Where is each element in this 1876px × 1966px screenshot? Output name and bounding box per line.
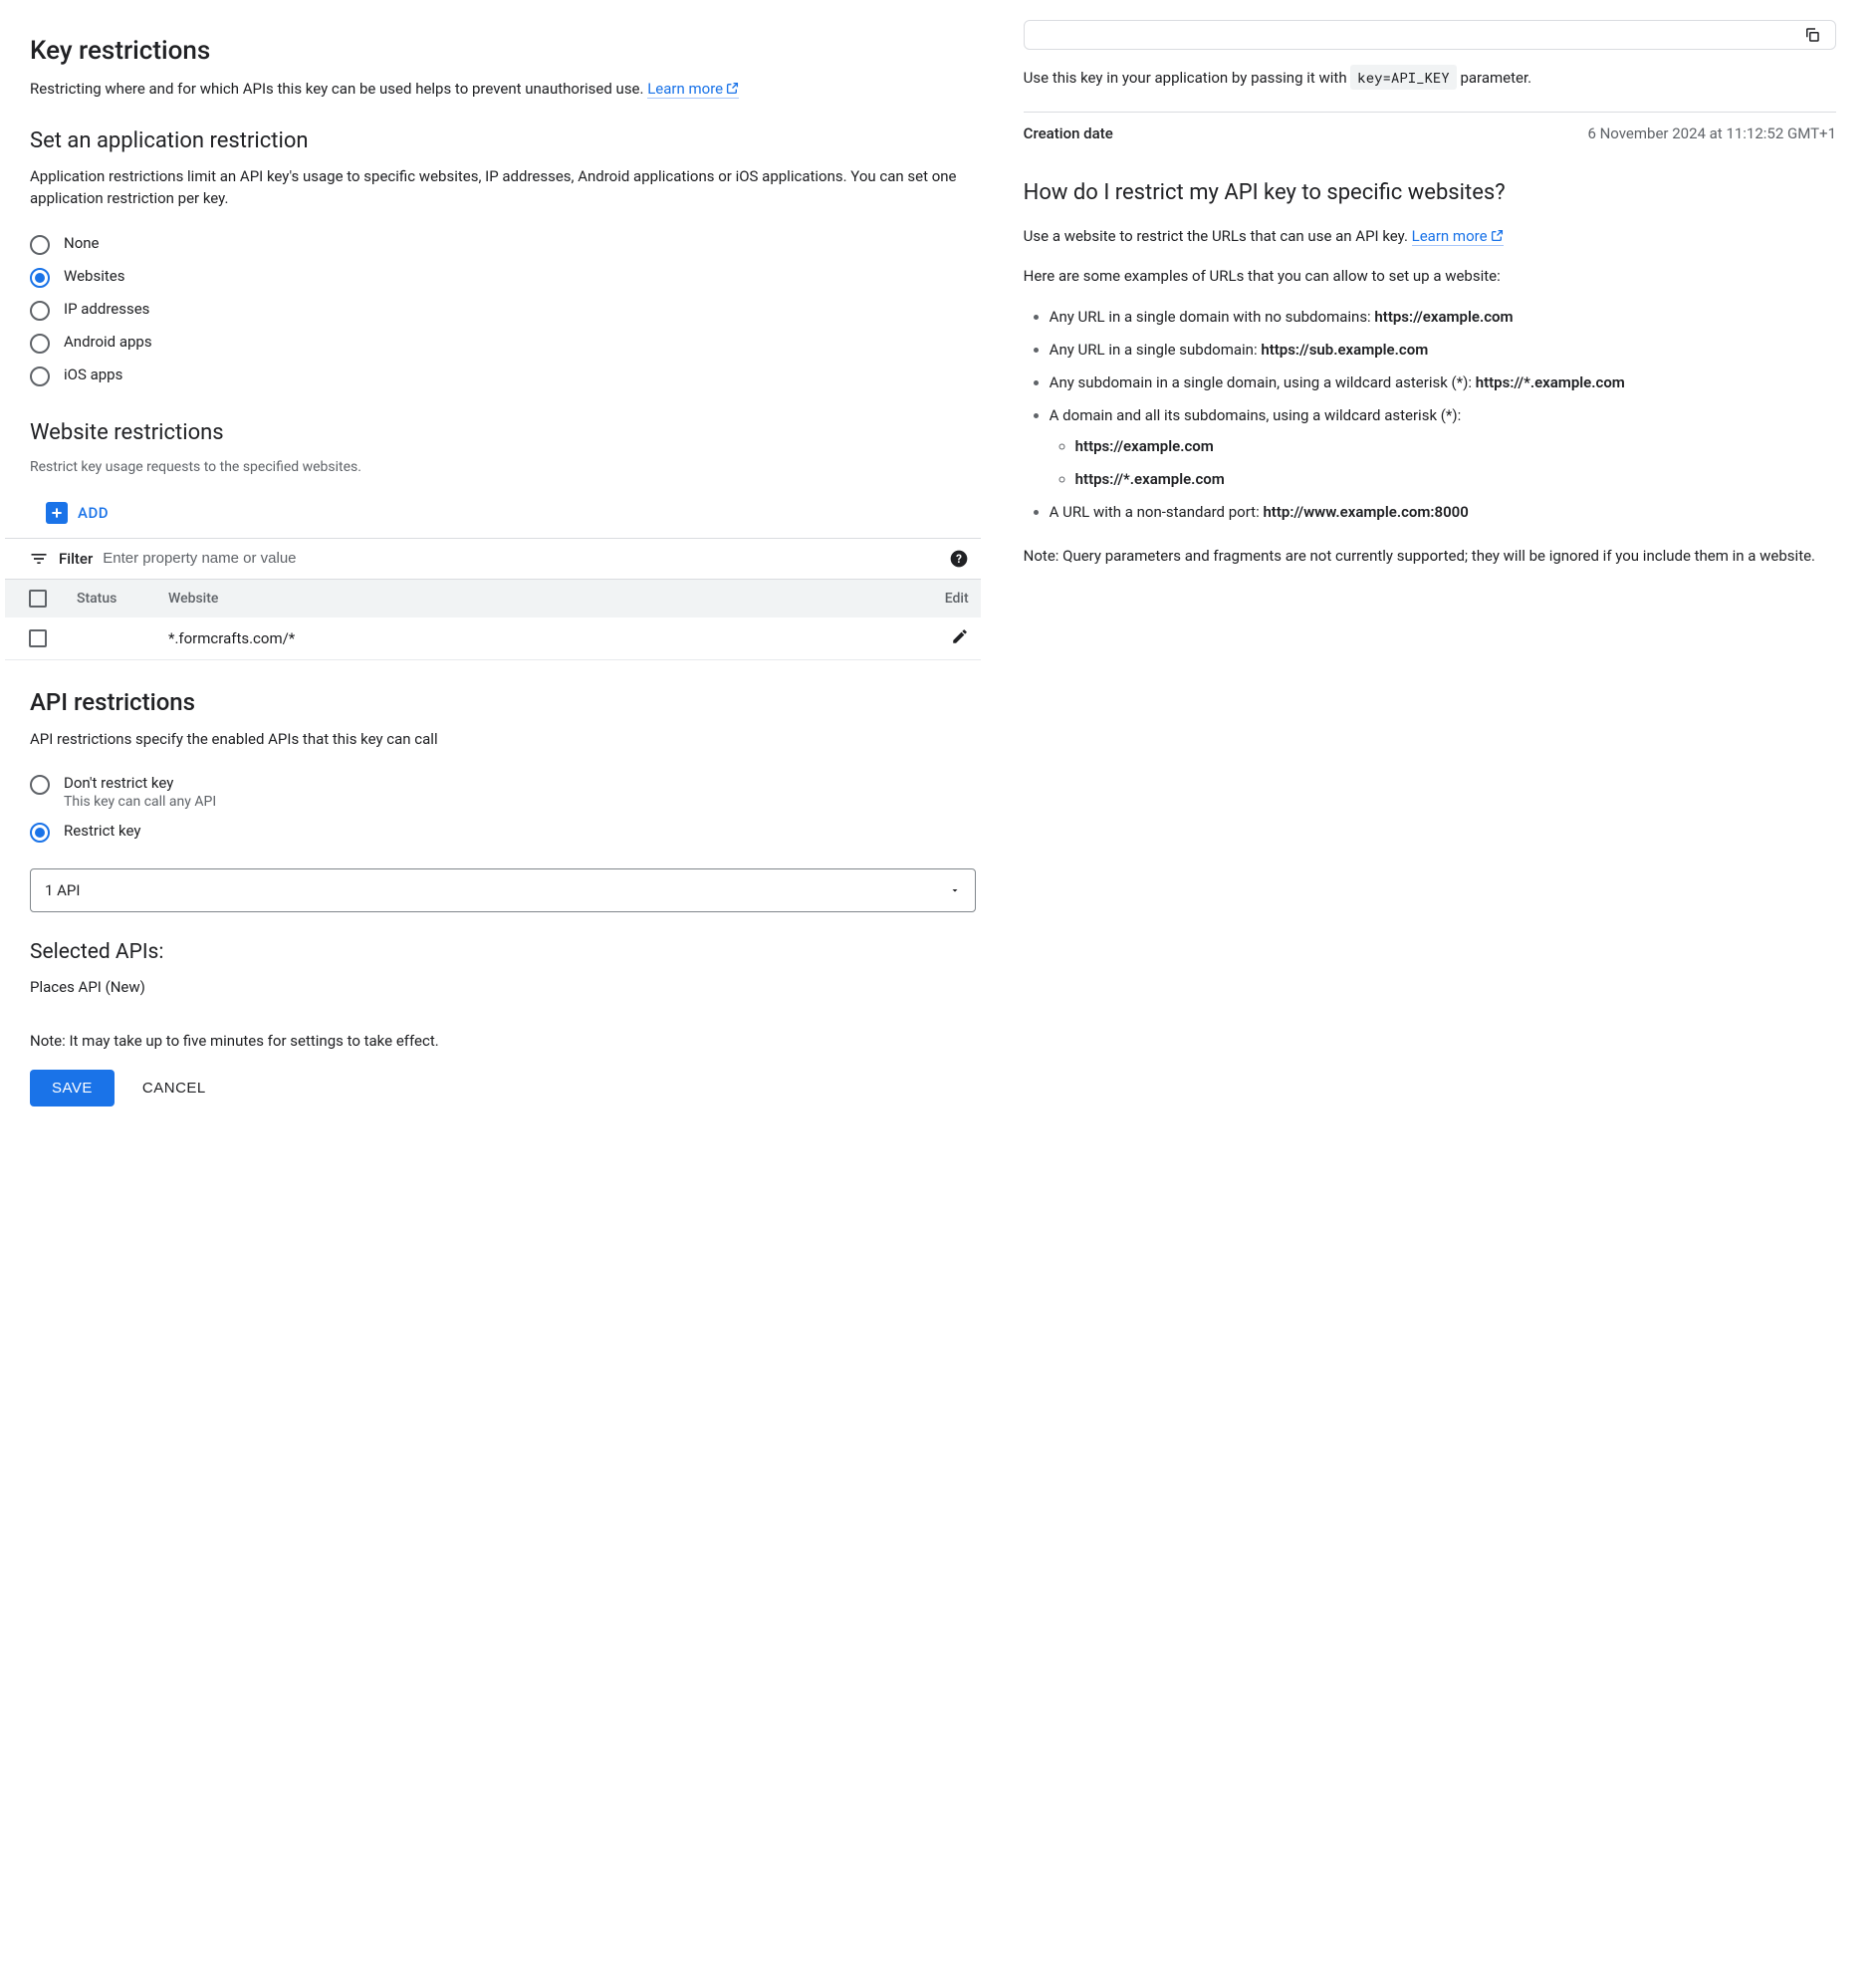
- radio-dont-restrict[interactable]: Don't restrict key This key can call any…: [30, 768, 976, 816]
- app-restriction-desc: Application restrictions limit an API ke…: [30, 165, 976, 210]
- list-item: Any subdomain in a single domain, using …: [1050, 369, 1836, 396]
- list-item: Any URL in a single subdomain: https://s…: [1050, 337, 1836, 364]
- select-all-checkbox[interactable]: [29, 590, 47, 608]
- selected-apis-title: Selected APIs:: [30, 940, 976, 964]
- list-item: A URL with a non-standard port: http://w…: [1050, 499, 1836, 526]
- help-icon[interactable]: ?: [949, 549, 969, 569]
- plus-icon: [46, 502, 68, 524]
- col-status-header: Status: [77, 591, 156, 607]
- selected-api-item: Places API (New): [30, 978, 976, 996]
- radio-android-apps[interactable]: Android apps: [30, 327, 976, 360]
- chevron-down-icon: [949, 884, 961, 896]
- edit-icon[interactable]: [951, 627, 969, 645]
- app-restriction-radio-group: None Websites IP addresses Android apps …: [30, 228, 976, 392]
- api-restrictions-title: API restrictions: [30, 688, 976, 716]
- help-learn-more-link[interactable]: Learn more: [1412, 227, 1504, 246]
- radio-icon: [30, 367, 50, 386]
- examples-intro: Here are some examples of URLs that you …: [1024, 264, 1836, 288]
- help-title: How do I restrict my API key to specific…: [1024, 178, 1836, 208]
- filter-input[interactable]: [103, 550, 938, 567]
- row-checkbox[interactable]: [29, 629, 47, 647]
- api-count-dropdown[interactable]: 1 API: [30, 868, 976, 912]
- learn-more-link[interactable]: Learn more: [647, 80, 739, 99]
- settings-delay-note: Note: It may take up to five minutes for…: [30, 1032, 976, 1050]
- key-restrictions-title: Key restrictions: [30, 36, 976, 66]
- website-restrictions-title: Website restrictions: [30, 420, 976, 445]
- api-key-display-box: [1024, 20, 1836, 50]
- radio-icon: [30, 823, 50, 843]
- svg-text:?: ?: [956, 552, 962, 566]
- url-examples-list: Any URL in a single domain with no subdo…: [1024, 304, 1836, 526]
- col-website-header: Website: [168, 591, 917, 607]
- creation-date-value: 6 November 2024 at 11:12:52 GMT+1: [1587, 124, 1836, 142]
- add-website-button[interactable]: ADD: [40, 492, 115, 534]
- external-link-icon: [726, 82, 739, 95]
- creation-date-label: Creation date: [1024, 124, 1113, 142]
- save-button[interactable]: SAVE: [30, 1070, 115, 1106]
- dropdown-value: 1 API: [45, 881, 80, 899]
- col-edit-header: Edit: [929, 591, 969, 607]
- radio-icon: [30, 268, 50, 288]
- row-website: *.formcrafts.com/*: [168, 629, 917, 647]
- radio-icon: [30, 775, 50, 795]
- api-restriction-radio-group: Don't restrict key This key can call any…: [30, 768, 976, 849]
- filter-icon: [29, 549, 49, 569]
- radio-restrict-key[interactable]: Restrict key: [30, 816, 976, 849]
- radio-websites[interactable]: Websites: [30, 261, 976, 294]
- external-link-icon: [1491, 229, 1504, 242]
- filter-label: Filter: [59, 550, 93, 568]
- app-restriction-title: Set an application restriction: [30, 128, 976, 153]
- list-item: A domain and all its subdomains, using a…: [1050, 402, 1836, 493]
- radio-icon: [30, 301, 50, 321]
- radio-icon: [30, 235, 50, 255]
- usage-code: key=API_KEY: [1350, 65, 1456, 90]
- list-item: https://*.example.com: [1075, 466, 1836, 493]
- radio-ip-addresses[interactable]: IP addresses: [30, 294, 976, 327]
- key-restrictions-desc: Restricting where and for which APIs thi…: [30, 78, 976, 101]
- website-restrictions-desc: Restrict key usage requests to the speci…: [30, 457, 976, 478]
- api-restrictions-desc: API restrictions specify the enabled API…: [30, 728, 976, 751]
- creation-date-row: Creation date 6 November 2024 at 11:12:5…: [1024, 112, 1836, 154]
- usage-hint: Use this key in your application by pass…: [1024, 66, 1836, 90]
- list-item: https://example.com: [1075, 433, 1836, 460]
- help-note: Note: Query parameters and fragments are…: [1024, 544, 1836, 568]
- copy-icon[interactable]: [1803, 26, 1821, 44]
- table-header: Status Website Edit: [5, 580, 981, 617]
- radio-icon: [30, 334, 50, 354]
- help-intro: Use a website to restrict the URLs that …: [1024, 224, 1836, 248]
- table-row: *.formcrafts.com/*: [5, 617, 981, 660]
- radio-ios-apps[interactable]: iOS apps: [30, 360, 976, 392]
- cancel-button[interactable]: CANCEL: [142, 1080, 206, 1097]
- list-item: Any URL in a single domain with no subdo…: [1050, 304, 1836, 331]
- filter-bar: Filter ?: [5, 538, 981, 580]
- radio-none[interactable]: None: [30, 228, 976, 261]
